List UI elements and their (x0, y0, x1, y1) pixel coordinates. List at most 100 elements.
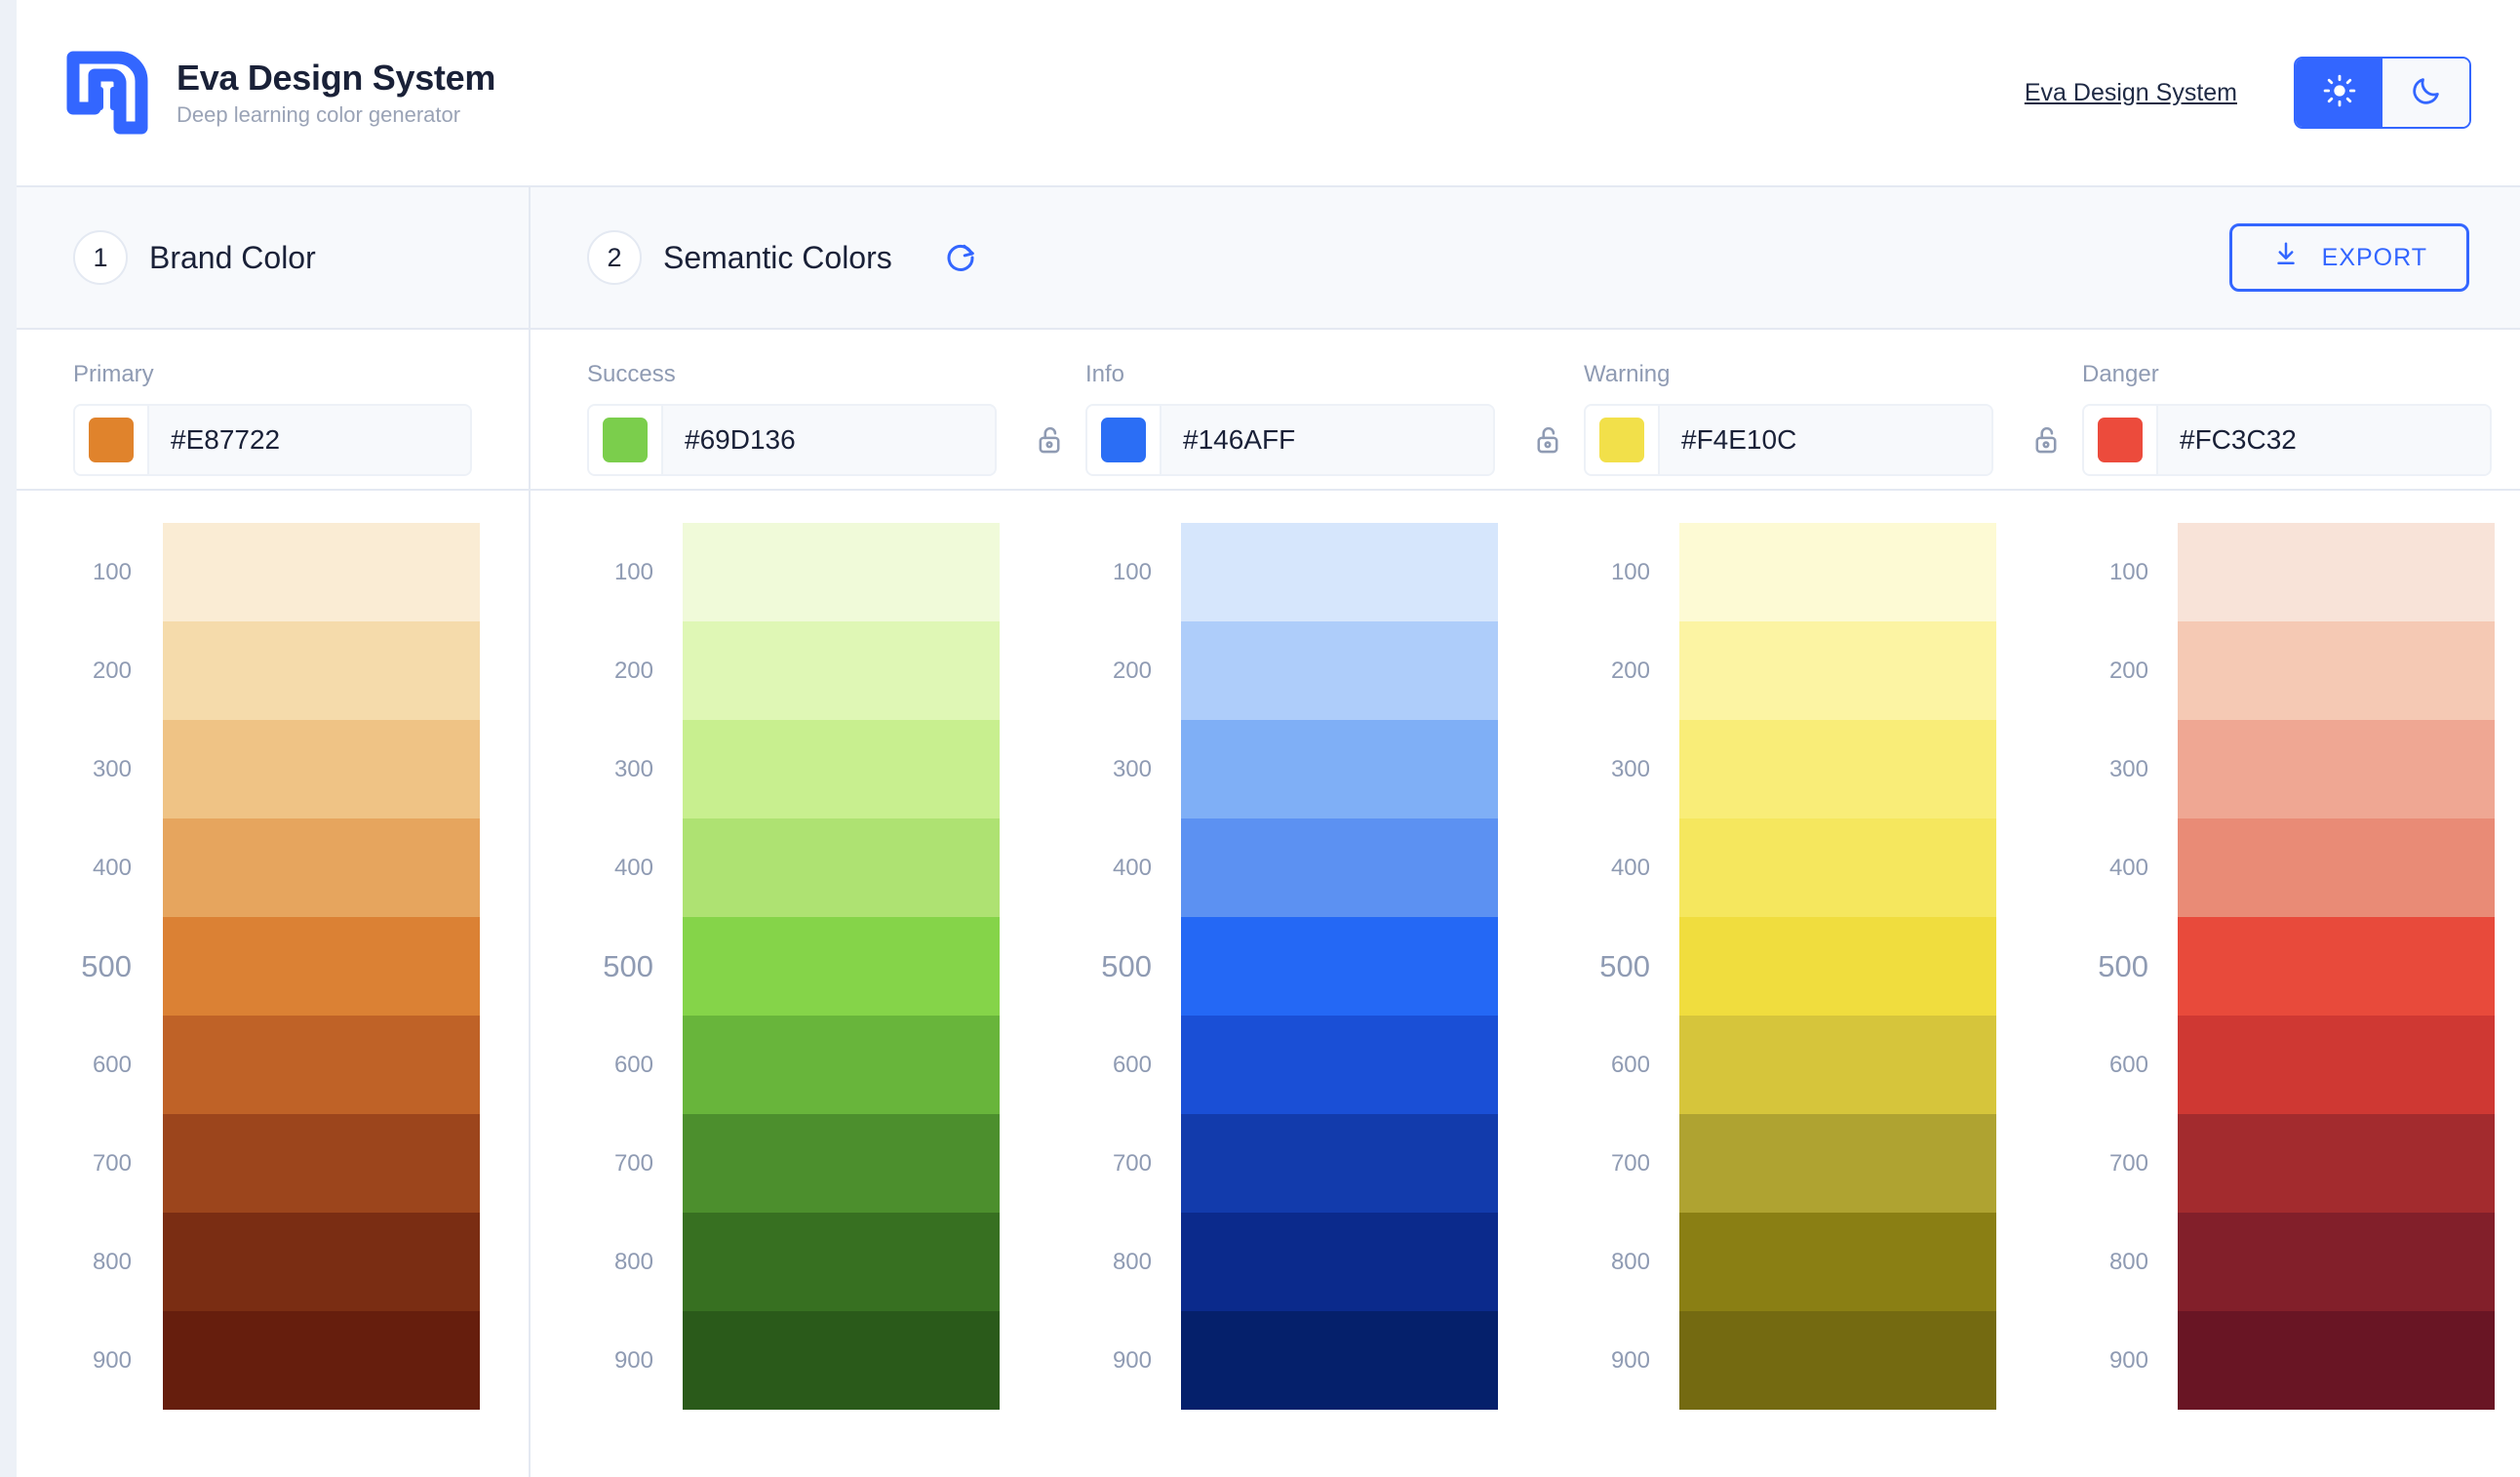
primary-color-field[interactable]: #E87722 (73, 404, 472, 476)
ramp-swatch[interactable] (683, 1016, 1000, 1114)
ramp-swatch[interactable] (1679, 1114, 1996, 1213)
primary-hex-input[interactable]: #E87722 (149, 406, 470, 474)
ramp-swatch[interactable] (2178, 1311, 2495, 1410)
ramp-row: 900 (1584, 1311, 1996, 1410)
success-swatch-button[interactable] (589, 406, 663, 474)
ramp-shade-label: 800 (613, 1248, 653, 1275)
ramp-row: 100 (17, 523, 480, 621)
success-color-field[interactable]: #69D136 (587, 404, 997, 476)
ramp-row: 900 (2082, 1311, 2495, 1410)
step-number-2: 2 (587, 230, 642, 285)
ramp-swatch[interactable] (683, 1213, 1000, 1311)
ramp-swatch[interactable] (1181, 1114, 1498, 1213)
ramp-swatch[interactable] (1181, 621, 1498, 720)
success-unlock-icon[interactable] (1028, 419, 1071, 461)
ramp-shade-label: 800 (92, 1248, 132, 1275)
ramp-swatch[interactable] (1181, 523, 1498, 621)
ramp-swatch[interactable] (683, 523, 1000, 621)
page-subtitle: Deep learning color generator (177, 101, 461, 127)
ramp-swatch[interactable] (1181, 1213, 1498, 1311)
ramp-row: 400 (17, 818, 480, 917)
ramp-swatch[interactable] (2178, 1016, 2495, 1114)
info-color-field[interactable]: #146AFF (1085, 404, 1495, 476)
step-semantic-colors[interactable]: 2 Semantic Colors EXPORT (531, 187, 2520, 328)
ramp-swatch[interactable] (1181, 917, 1498, 1016)
danger-color-field[interactable]: #FC3C32 (2082, 404, 2492, 476)
ramp-swatch[interactable] (1679, 720, 1996, 818)
info-swatch-chip (1101, 418, 1146, 462)
export-button[interactable]: EXPORT (2228, 223, 2469, 292)
ramp-swatch[interactable] (163, 1016, 480, 1114)
ramp-swatch[interactable] (163, 523, 480, 621)
warning-swatch-button[interactable] (1586, 406, 1660, 474)
ramp-swatch[interactable] (163, 1213, 480, 1311)
theme-toggle[interactable] (2294, 57, 2471, 129)
app-root: Eva Design System Deep learning color ge… (17, 0, 2520, 1477)
warning-hex-input[interactable]: #F4E10C (1660, 406, 1991, 474)
ramp-shade-label: 300 (2108, 755, 2148, 782)
ramp-shade-label: 700 (92, 1149, 132, 1177)
ramp-shade-label: 900 (2108, 1346, 2148, 1374)
ramp-swatch[interactable] (683, 1114, 1000, 1213)
primary-swatch-button[interactable] (75, 406, 149, 474)
ramp-swatch[interactable] (2178, 818, 2495, 917)
ramp-swatch[interactable] (2178, 1114, 2495, 1213)
ramp-swatch[interactable] (1181, 720, 1498, 818)
info-swatch-button[interactable] (1087, 406, 1162, 474)
ramp-swatch[interactable] (683, 818, 1000, 917)
ramp-swatch[interactable] (1181, 1311, 1498, 1410)
ramp-swatch[interactable] (163, 1311, 480, 1410)
theme-dark-button[interactable] (2382, 59, 2469, 127)
ramp-row: 600 (2082, 1016, 2495, 1114)
ramp-row: 300 (17, 720, 480, 818)
ramp-shade-label: 200 (613, 657, 653, 684)
palette-column-info: 100 200 300 400 500 600 700 800 900 (1085, 523, 1584, 1477)
ramp-swatch[interactable] (2178, 917, 2495, 1016)
ramp-shade-label: 300 (1112, 755, 1152, 782)
ramp-shade-label: 600 (92, 1051, 132, 1078)
ramp-swatch[interactable] (1679, 1016, 1996, 1114)
ramp-shade-label: 800 (2108, 1248, 2148, 1275)
ramp-row: 700 (17, 1114, 480, 1213)
ramp-swatch[interactable] (683, 720, 1000, 818)
theme-light-button[interactable] (2296, 59, 2382, 127)
step-brand-color[interactable]: 1 Brand Color (17, 187, 531, 328)
ramp-swatch[interactable] (1679, 523, 1996, 621)
info-hex-input[interactable]: #146AFF (1162, 406, 1493, 474)
ramp-swatch[interactable] (163, 1114, 480, 1213)
refresh-icon[interactable] (939, 236, 982, 279)
ramp-swatch[interactable] (683, 917, 1000, 1016)
ramp-shade-label: 900 (1610, 1346, 1650, 1374)
warning-color-field[interactable]: #F4E10C (1584, 404, 1993, 476)
ramp-swatch[interactable] (1679, 1213, 1996, 1311)
palette-column-success: 100 200 300 400 500 600 700 800 900 (587, 523, 1085, 1477)
ramp-swatch[interactable] (163, 818, 480, 917)
ramp-swatch[interactable] (1181, 1016, 1498, 1114)
success-hex-input[interactable]: #69D136 (663, 406, 995, 474)
ramp-swatch[interactable] (683, 621, 1000, 720)
primary-color-input-cell: Primary #E87722 (17, 330, 531, 491)
ramp-swatch[interactable] (2178, 720, 2495, 818)
ramp-swatch[interactable] (163, 720, 480, 818)
ramp-swatch[interactable] (2178, 523, 2495, 621)
ramp-swatch[interactable] (1679, 818, 1996, 917)
ramp-swatch[interactable] (2178, 621, 2495, 720)
danger-hex-input[interactable]: #FC3C32 (2158, 406, 2490, 474)
palette-column-danger: 100 200 300 400 500 600 700 800 900 (2082, 523, 2520, 1477)
ramp-swatch[interactable] (683, 1311, 1000, 1410)
ramp-swatch[interactable] (1679, 621, 1996, 720)
ramp-swatch[interactable] (1679, 1311, 1996, 1410)
ramp-swatch[interactable] (2178, 1213, 2495, 1311)
info-unlock-icon[interactable] (1526, 419, 1569, 461)
ramp-row: 600 (1584, 1016, 1996, 1114)
ramp-swatch[interactable] (163, 621, 480, 720)
success-color-input-cell: Success #69D136 (587, 330, 1085, 489)
header-nav-link[interactable]: Eva Design System (2025, 79, 2237, 107)
ramp-swatch[interactable] (1679, 917, 1996, 1016)
ramp-swatch[interactable] (1181, 818, 1498, 917)
warning-field-label: Warning (1584, 361, 1671, 387)
danger-swatch-button[interactable] (2084, 406, 2158, 474)
warning-unlock-icon[interactable] (2025, 419, 2067, 461)
ramp-swatch[interactable] (163, 917, 480, 1016)
brand-block: Eva Design System Deep learning color ge… (63, 48, 495, 138)
